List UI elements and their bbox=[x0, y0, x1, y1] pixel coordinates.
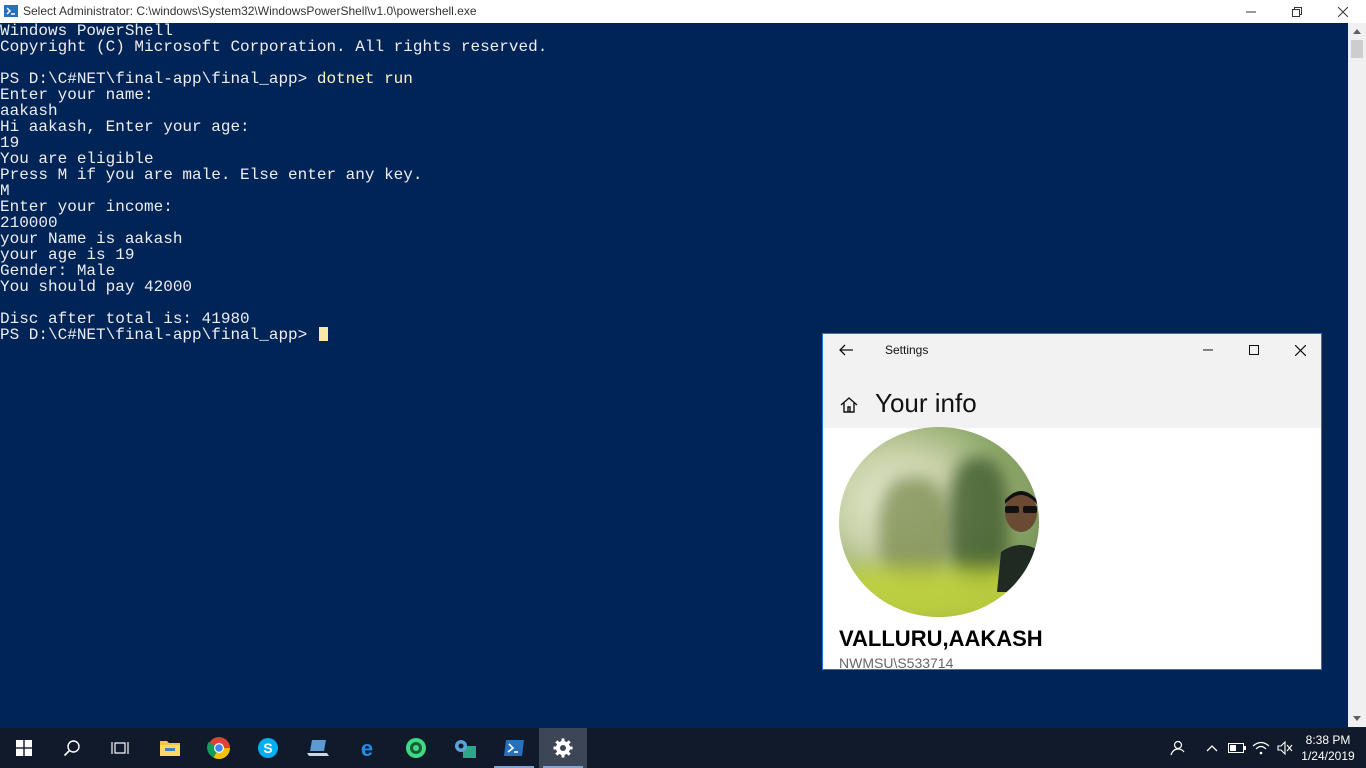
console-line: PS D:\C#NET\final-app\final_app> dotnet … bbox=[0, 71, 1348, 87]
minimize-icon bbox=[1203, 349, 1213, 351]
console-line: Disc after total is: 41980 bbox=[0, 310, 250, 328]
settings-maximize-button[interactable] bbox=[1231, 334, 1277, 366]
start-button[interactable] bbox=[0, 728, 48, 768]
scroll-down-button[interactable] bbox=[1348, 710, 1366, 727]
scroll-thumb[interactable] bbox=[1351, 40, 1363, 58]
clock-time: 8:38 PM bbox=[1305, 733, 1351, 747]
battery-icon bbox=[1228, 743, 1246, 753]
home-icon[interactable] bbox=[839, 395, 859, 415]
console-line: 19 bbox=[0, 134, 20, 152]
console-line: your age is 19 bbox=[0, 246, 135, 264]
restore-icon bbox=[1292, 6, 1302, 17]
volume-button[interactable] bbox=[1274, 728, 1296, 768]
volume-muted-icon bbox=[1277, 741, 1293, 755]
settings-header: Your info bbox=[823, 366, 1321, 428]
console-line: Copyright (C) Microsoft Corporation. All… bbox=[0, 38, 548, 56]
laptop-icon bbox=[307, 740, 329, 756]
user-account: NWMSU\S533714 bbox=[839, 655, 954, 671]
settings-window[interactable]: Settings Your info VALLURU,AAKASH NWMSU\… bbox=[822, 333, 1322, 671]
wifi-icon bbox=[1252, 741, 1270, 755]
restore-button[interactable] bbox=[1274, 0, 1320, 23]
console-command: dotnet run bbox=[316, 70, 413, 88]
show-hidden-icons-button[interactable] bbox=[1202, 728, 1222, 768]
console-line: Gender: Male bbox=[0, 262, 116, 280]
minimize-button[interactable] bbox=[1228, 0, 1274, 23]
search-button[interactable] bbox=[48, 728, 96, 768]
minimize-icon bbox=[1246, 11, 1256, 12]
clock[interactable]: 8:38 PM 1/24/2019 bbox=[1296, 732, 1360, 764]
window-title: Select Administrator: C:\windows\System3… bbox=[23, 4, 477, 18]
settings-title: Settings bbox=[885, 343, 929, 357]
console-scrollbar[interactable] bbox=[1348, 23, 1366, 727]
folder-icon bbox=[160, 741, 180, 756]
tools-icon bbox=[455, 740, 476, 758]
people-icon bbox=[1170, 740, 1185, 756]
avatar bbox=[839, 427, 1039, 617]
console-line: You should pay 42000 bbox=[0, 278, 193, 296]
clock-date: 1/24/2019 bbox=[1301, 749, 1355, 763]
app-tools[interactable] bbox=[441, 728, 489, 768]
svg-text:S: S bbox=[263, 740, 272, 756]
console-line: M bbox=[0, 182, 10, 200]
task-view-button[interactable] bbox=[96, 728, 144, 768]
user-name: VALLURU,AAKASH bbox=[839, 626, 1043, 651]
settings-close-button[interactable] bbox=[1277, 334, 1323, 366]
console-prompt: PS D:\C#NET\final-app\final_app> bbox=[0, 326, 317, 344]
console-line: You are eligible bbox=[0, 150, 154, 168]
console-line: Press M if you are male. Else enter any … bbox=[0, 166, 423, 184]
android-studio[interactable] bbox=[392, 728, 440, 768]
settings-minimize-button[interactable] bbox=[1185, 334, 1231, 366]
people-button[interactable] bbox=[1166, 728, 1188, 768]
close-icon bbox=[1294, 344, 1306, 356]
console-line: aakash bbox=[0, 102, 58, 120]
settings-titlebar[interactable]: Settings bbox=[823, 334, 1321, 366]
console-line: 210000 bbox=[0, 214, 58, 232]
app-laptop[interactable] bbox=[294, 728, 342, 768]
powershell-icon bbox=[4, 5, 18, 17]
powershell[interactable] bbox=[490, 728, 538, 768]
text-cursor bbox=[318, 327, 328, 341]
file-explorer[interactable] bbox=[146, 728, 194, 768]
battery-button[interactable] bbox=[1226, 728, 1248, 768]
person-photo bbox=[997, 491, 1039, 592]
svg-text:e: e bbox=[361, 737, 373, 759]
console-line: Enter your name: bbox=[0, 86, 154, 104]
console-line: your Name is aakash bbox=[0, 230, 183, 248]
android-icon bbox=[406, 738, 426, 758]
edge-icon: e bbox=[361, 737, 373, 759]
chevron-down-icon bbox=[1353, 716, 1361, 721]
search-icon bbox=[63, 740, 80, 757]
scroll-up-button[interactable] bbox=[1348, 23, 1366, 40]
windows-logo-icon bbox=[16, 740, 32, 756]
page-title: Your info bbox=[875, 388, 977, 418]
chevron-up-icon bbox=[1206, 745, 1218, 752]
skype-icon: S bbox=[258, 738, 278, 758]
network-button[interactable] bbox=[1250, 728, 1272, 768]
maximize-icon bbox=[1249, 345, 1259, 355]
console-line: Windows PowerShell bbox=[0, 22, 173, 40]
settings[interactable] bbox=[539, 728, 587, 768]
powershell-icon bbox=[504, 740, 524, 756]
chrome-icon bbox=[207, 737, 230, 759]
chevron-up-icon bbox=[1353, 29, 1361, 34]
console-line: Enter your income: bbox=[0, 198, 173, 216]
powershell-titlebar[interactable]: Select Administrator: C:\windows\System3… bbox=[0, 0, 1366, 24]
skype[interactable]: S bbox=[244, 728, 292, 768]
console-line: Hi aakash, Enter your age: bbox=[0, 118, 250, 136]
back-button[interactable] bbox=[833, 340, 859, 360]
task-view-icon bbox=[111, 742, 129, 754]
close-button[interactable] bbox=[1320, 0, 1366, 23]
taskbar: S e 8:38 PM 1/24/2019 bbox=[0, 728, 1366, 768]
close-icon bbox=[1338, 6, 1348, 17]
gear-icon bbox=[553, 738, 573, 758]
edge[interactable]: e bbox=[343, 728, 391, 768]
arrow-left-icon bbox=[839, 344, 853, 356]
chrome[interactable] bbox=[195, 728, 243, 768]
